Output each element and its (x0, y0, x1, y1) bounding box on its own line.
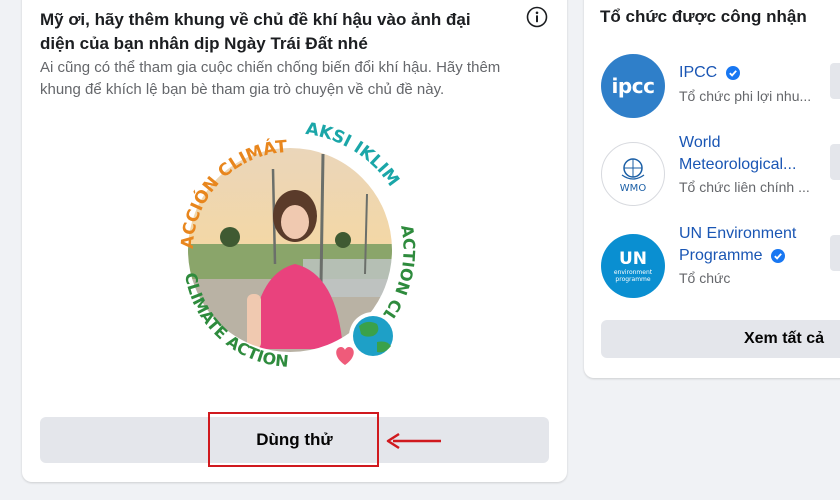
see-all-button[interactable]: Xem tất cả (601, 320, 840, 358)
follow-button-stub[interactable] (830, 144, 840, 180)
ipcc-logo[interactable]: ipcc (601, 54, 665, 118)
org-link-ipcc[interactable]: IPCC (679, 64, 717, 81)
ipcc-logo-text: ipcc (611, 74, 655, 98)
org-subtitle-wmo: Tổ chức liên chính ... (679, 179, 810, 195)
arrow-left-icon (386, 432, 441, 450)
info-icon[interactable] (526, 6, 548, 28)
wmo-logo-text: WMO (619, 182, 647, 194)
org-link-wmo[interactable]: World Meteorological... (679, 132, 829, 176)
unep-logo-text: UN (618, 249, 648, 269)
card-subtitle: Ai cũng có thể tham gia cuộc chiến chống… (40, 59, 501, 98)
highlight-annotation (208, 412, 379, 467)
org-subtitle-unep: Tổ chức (679, 270, 731, 286)
org-subtitle-ipcc: Tổ chức phi lợi nhu... (679, 88, 812, 104)
org-name-line1[interactable]: UN Environment (679, 223, 839, 245)
follow-button-stub[interactable] (830, 235, 840, 271)
verified-badge-icon (725, 65, 740, 80)
org-name-ipcc[interactable]: IPCC (679, 62, 839, 84)
earth-icon (349, 312, 397, 360)
verified-badge-icon (771, 248, 786, 263)
see-all-label: Xem tất cả (743, 330, 824, 347)
wmo-logo[interactable]: WMO (601, 142, 665, 206)
orgs-card-title: Tổ chức được công nhận (600, 7, 807, 26)
climate-frame-preview: ACCIÓN CLIMÁTICA AKSI IKLIM ACTION CLIMA… (155, 114, 419, 378)
org-name-line2[interactable]: Programme (679, 247, 763, 264)
wmo-emblem-icon (621, 157, 645, 180)
profile-frame-card: Mỹ ơi, hãy thêm khung về chủ đề khí hậu … (22, 0, 567, 482)
card-title: Mỹ ơi, hãy thêm khung về chủ đề khí hậu … (40, 10, 471, 53)
follow-button-stub[interactable] (830, 63, 840, 99)
unep-logo[interactable]: UN environment programme (601, 234, 665, 298)
recognized-orgs-card: Tổ chức được công nhận ipcc IPCC Tổ chức… (584, 0, 840, 378)
unep-logo-subtext: environment programme (613, 269, 653, 283)
org-link-unep[interactable]: UN Environment Programme (679, 223, 839, 267)
